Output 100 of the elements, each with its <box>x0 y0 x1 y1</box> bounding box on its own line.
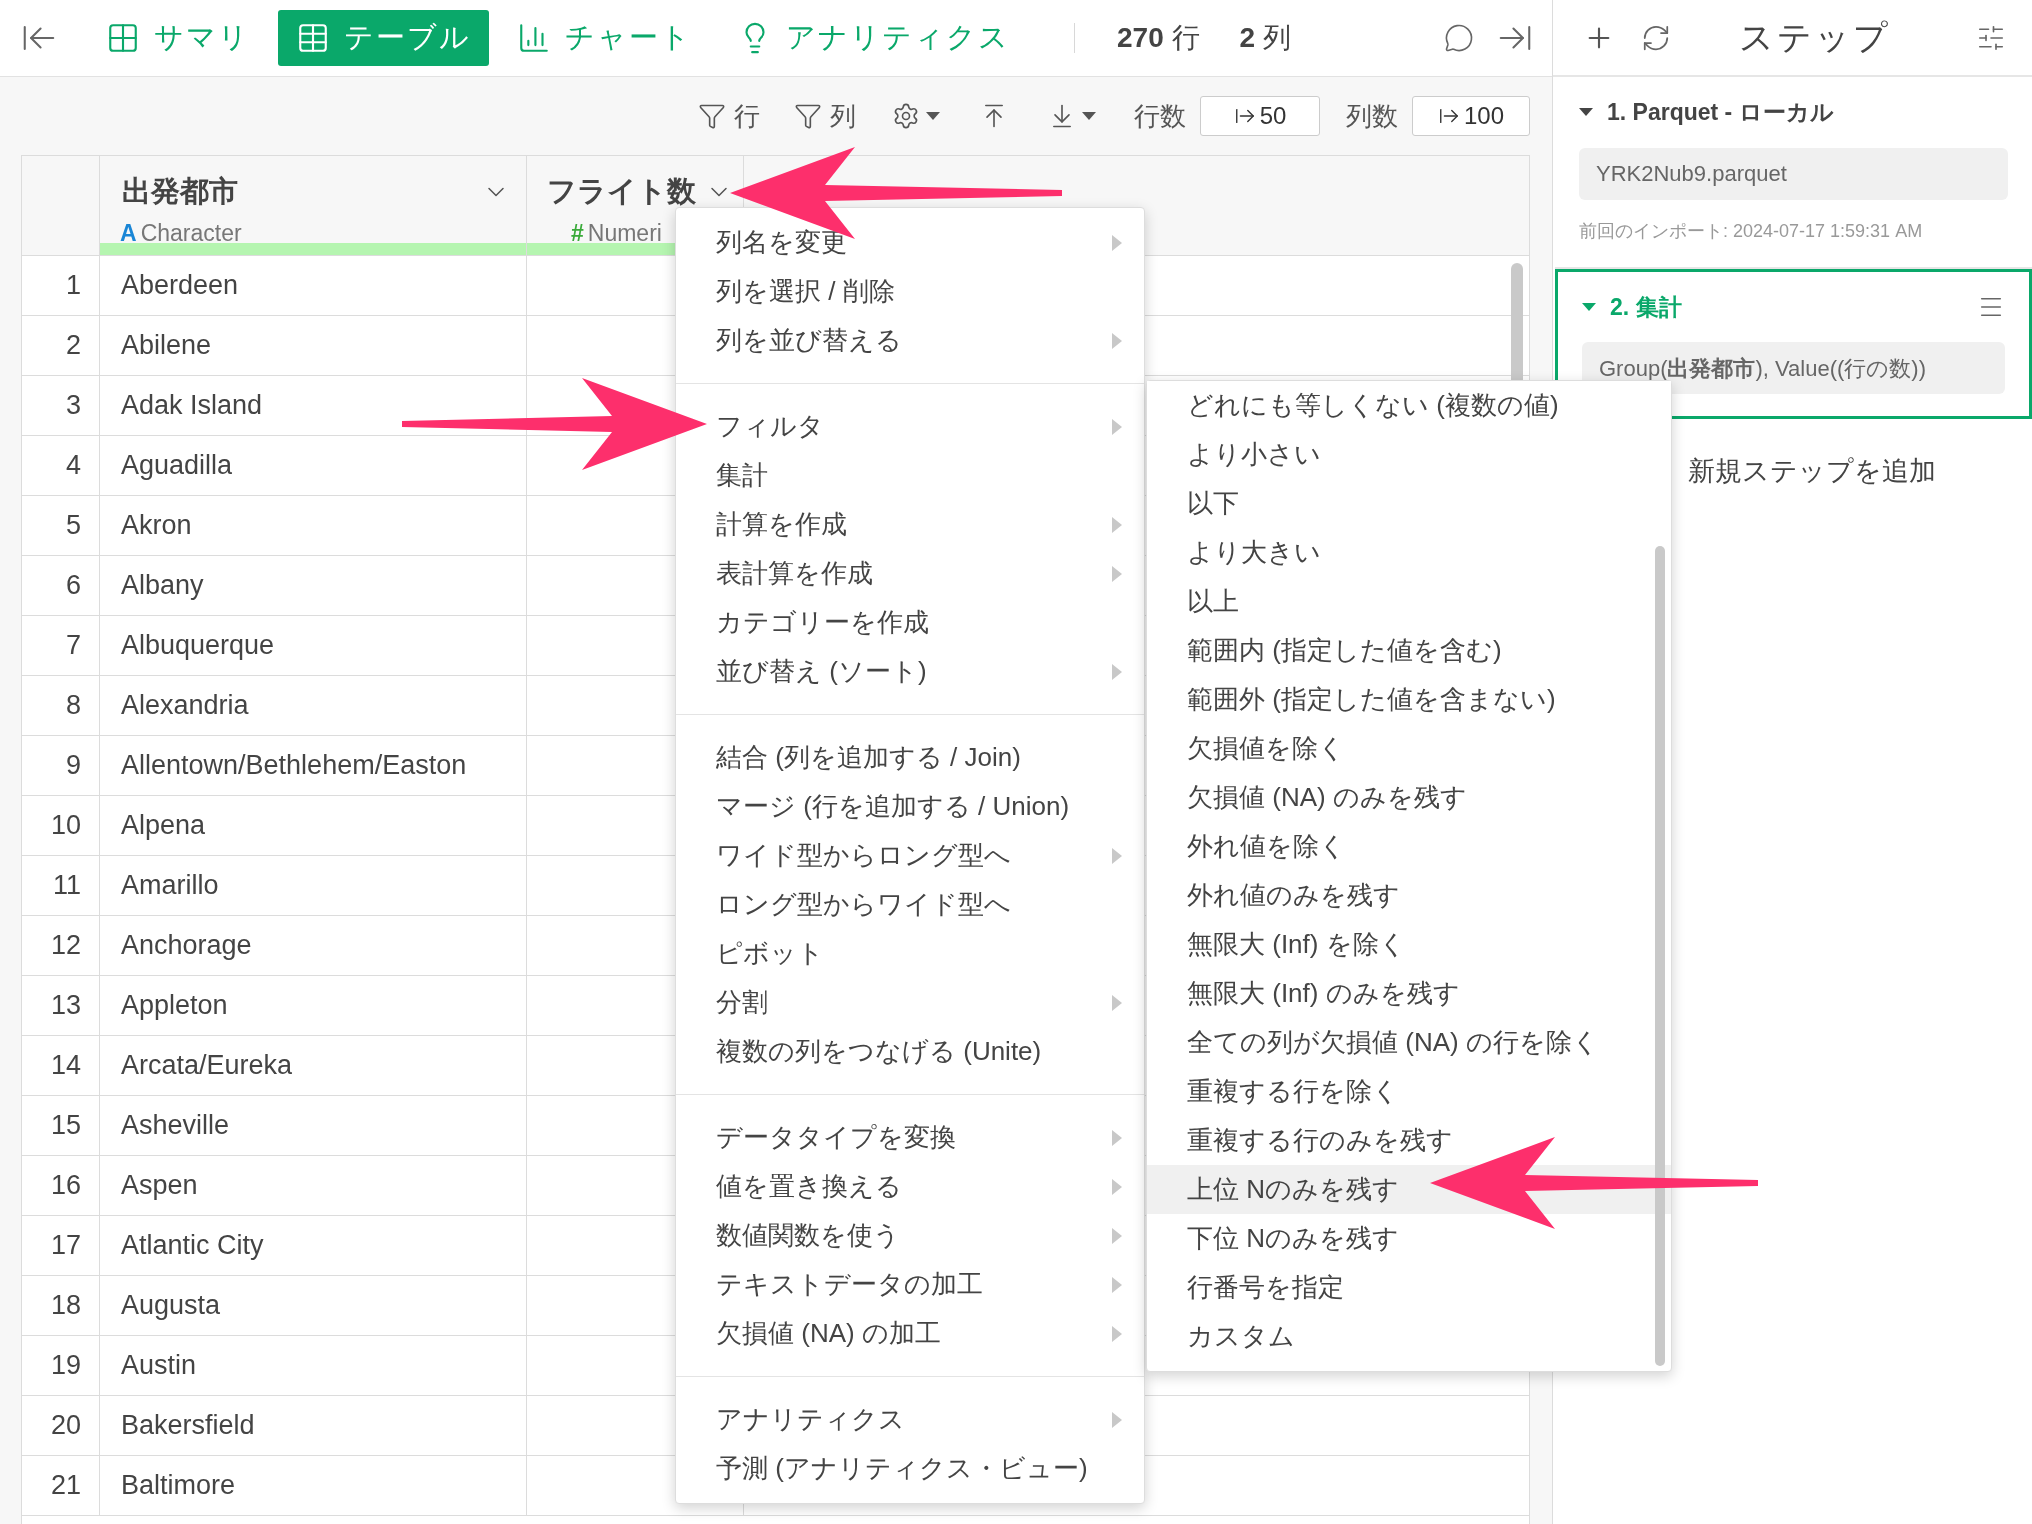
menu-item[interactable]: 予測 (アナリティクス・ビュー) <box>676 1444 1144 1493</box>
table-cell: Arcata/Eureka <box>100 1036 527 1095</box>
menu-item[interactable]: 重複する行のみを残す <box>1147 1116 1671 1165</box>
menu-item[interactable]: 分割 <box>676 978 1144 1027</box>
menu-item[interactable]: 重複する行を除く <box>1147 1067 1671 1116</box>
menu-item[interactable]: 外れ値を除く <box>1147 822 1671 871</box>
menu-item[interactable]: 欠損値 (NA) の加工 <box>676 1309 1144 1358</box>
menu-item[interactable]: カテゴリーを作成 <box>676 598 1144 647</box>
menu-item[interactable]: 並び替え (ソート) <box>676 647 1144 696</box>
menu-item[interactable]: ピボット <box>676 929 1144 978</box>
menu-item[interactable]: 以下 <box>1147 479 1671 528</box>
bar-chart-icon <box>517 21 551 55</box>
menu-item[interactable]: 欠損値を除く <box>1147 724 1671 773</box>
menu-item[interactable]: 列を選択 / 削除 <box>676 267 1144 316</box>
row-number: 1 <box>22 256 100 315</box>
column-filter-button[interactable]: 列 <box>794 96 856 136</box>
row-number: 3 <box>22 376 100 435</box>
menu-item[interactable]: 計算を作成 <box>676 500 1144 549</box>
table-cell: Appleton <box>100 976 527 1035</box>
menu-item[interactable]: 表計算を作成 <box>676 549 1144 598</box>
step-detail: YRK2Nub9.parquet <box>1579 147 2008 200</box>
comment-icon[interactable] <box>1444 23 1474 53</box>
menu-item[interactable]: 範囲内 (指定した値を含む) <box>1147 626 1671 675</box>
menu-item[interactable]: ワイド型からロング型へ <box>676 831 1144 880</box>
menu-item[interactable]: 無限大 (Inf) を除く <box>1147 920 1671 969</box>
table-cell: Albuquerque <box>100 616 527 675</box>
column-type: Numeri <box>587 218 662 248</box>
submenu-arrow-icon <box>1112 1227 1122 1244</box>
import-note: 前回のインポート: 2024-07-17 1:59:31 AM <box>1579 219 1924 243</box>
filter-icon <box>698 102 726 130</box>
table-cell: Albany <box>100 556 527 615</box>
table-cell: Abilene <box>100 316 527 375</box>
table-cell: Alexandria <box>100 676 527 735</box>
table-cell: Akron <box>100 496 527 555</box>
row-filter-button[interactable]: 行 <box>698 96 760 136</box>
menu-item[interactable]: 全ての列が欠損値 (NA) の行を除く <box>1147 1018 1671 1067</box>
step-card[interactable]: 1. Parquet - ローカル YRK2Nub9.parquet 前回のインポート: 2024-07-17 1:59:31 AM <box>1555 77 2032 269</box>
menu-item[interactable]: 列を並び替える <box>676 316 1144 365</box>
menu-item[interactable]: ロング型からワイド型へ <box>676 880 1144 929</box>
menu-item[interactable]: マージ (行を追加する / Union) <box>676 782 1144 831</box>
menu-item[interactable]: どれにも等しくない (複数の値) <box>1147 381 1671 430</box>
row-number: 5 <box>22 496 100 555</box>
submenu-arrow-icon <box>1112 1276 1122 1293</box>
row-number: 14 <box>22 1036 100 1095</box>
menu-item[interactable]: 結合 (列を追加する / Join) <box>676 733 1144 782</box>
add-step-link[interactable]: 新規ステップを追加 <box>1688 451 2032 492</box>
column-count: 2 列 <box>1239 21 1291 55</box>
row-number: 18 <box>22 1276 100 1335</box>
menu-item[interactable]: 欠損値 (NA) のみを残す <box>1147 773 1671 822</box>
menu-item[interactable]: 集計 <box>676 451 1144 500</box>
table-cell: Amarillo <box>100 856 527 915</box>
submenu-arrow-icon <box>1112 332 1122 349</box>
submenu-arrow-icon <box>1112 1411 1122 1428</box>
submenu-arrow-icon <box>1112 234 1122 251</box>
menu-item[interactable]: アナリティクス <box>676 1395 1144 1444</box>
menu-item[interactable]: より小さい <box>1147 430 1671 479</box>
table-cell: Allentown/Bethlehem/Easton <box>100 736 527 795</box>
table-icon <box>296 21 330 55</box>
menu-item[interactable]: より大きい <box>1147 528 1671 577</box>
scrollbar[interactable] <box>1655 546 1665 1366</box>
menu-item[interactable]: データタイプを変換 <box>676 1113 1144 1162</box>
menu-item[interactable]: フィルタ <box>676 402 1144 451</box>
step-title: 1. Parquet - ローカル <box>1607 98 1834 127</box>
columns-field[interactable]: 100 <box>1412 96 1530 136</box>
column-name: フライト数 <box>547 174 696 209</box>
menu-item[interactable]: 下位 Nのみを残す <box>1147 1214 1671 1263</box>
row-number: 19 <box>22 1336 100 1395</box>
menu-item[interactable]: 範囲外 (指定した値を含まない) <box>1147 675 1671 724</box>
menu-item[interactable]: 複数の列をつなげる (Unite) <box>676 1027 1144 1076</box>
row-number: 8 <box>22 676 100 735</box>
menu-item[interactable]: 数値関数を使う <box>676 1211 1144 1260</box>
table-cell: Alpena <box>100 796 527 855</box>
rows-field[interactable]: 50 <box>1200 96 1320 136</box>
table-cell: Aguadilla <box>100 436 527 495</box>
row-number: 13 <box>22 976 100 1035</box>
row-number: 11 <box>22 856 100 915</box>
menu-item[interactable]: カスタム <box>1147 1312 1671 1361</box>
column-header[interactable]: 出発都市 A Character <box>100 156 527 255</box>
row-number: 21 <box>22 1456 100 1515</box>
table-cell: Asheville <box>100 1096 527 1155</box>
panel-title: ステップ <box>1739 17 1891 58</box>
row-number: 10 <box>22 796 100 855</box>
submenu-arrow-icon <box>1112 565 1122 582</box>
row-number: 9 <box>22 736 100 795</box>
menu-item[interactable]: テキストデータの加工 <box>676 1260 1144 1309</box>
submenu-arrow-icon <box>1112 1129 1122 1146</box>
menu-item[interactable]: 以上 <box>1147 577 1671 626</box>
submenu-arrow-icon <box>1112 663 1122 680</box>
menu-item[interactable]: 値を置き換える <box>676 1162 1144 1211</box>
menu-item[interactable]: 無限大 (Inf) のみを残す <box>1147 969 1671 1018</box>
row-number: 7 <box>22 616 100 675</box>
submenu-arrow-icon <box>1112 516 1122 533</box>
menu-item[interactable]: 外れ値のみを残す <box>1147 871 1671 920</box>
rows-label: 行数 <box>1134 99 1186 133</box>
submenu-arrow-icon <box>1112 1178 1122 1195</box>
table-cell: Baltimore <box>100 1456 527 1515</box>
menu-item[interactable]: 行番号を指定 <box>1147 1263 1671 1312</box>
column-name: 出発都市 <box>122 174 238 209</box>
settings-button[interactable] <box>892 102 940 130</box>
submenu-arrow-icon <box>1112 994 1122 1011</box>
